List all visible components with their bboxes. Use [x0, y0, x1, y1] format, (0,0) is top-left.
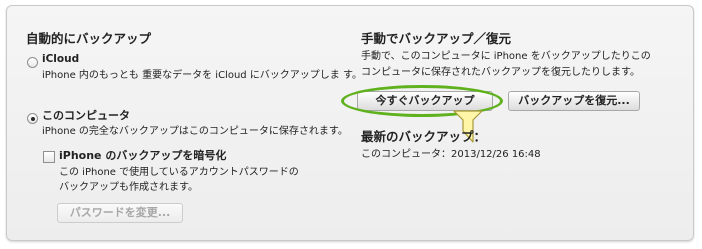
manual-backup-title: 手動でバックアップ／復元: [361, 31, 512, 46]
this-computer-description: iPhone の完全なバックアップはこのコンピュータに保存されます。: [42, 126, 348, 137]
this-computer-label[interactable]: このコンピュータ: [42, 108, 130, 123]
encrypt-description-line1: この iPhone で使用しているアカウントパスワードの: [59, 167, 299, 178]
restore-backup-button[interactable]: バックアップを復元...: [508, 91, 640, 111]
icloud-description: iPhone 内のもっとも 重要なデータを iCloud にバックアップしま す…: [42, 70, 362, 81]
manual-description-line2: コンピュータに保存されたバックアップを復元したりします。: [361, 67, 640, 78]
latest-backup-title: 最新のバックアップ：: [361, 129, 487, 144]
encrypt-label[interactable]: iPhone のバックアップを暗号化: [59, 148, 226, 163]
change-password-button[interactable]: パスワードを変更...: [57, 203, 183, 223]
encrypt-checkbox[interactable]: [43, 151, 55, 163]
icloud-label[interactable]: iCloud: [42, 52, 79, 67]
encrypt-description-line2: バックアップも作成されます。: [59, 182, 198, 193]
this-computer-radio[interactable]: [27, 113, 38, 124]
manual-description-line1: 手動で、このコンピュータに iPhone をバックアップしたりこの: [361, 51, 651, 62]
latest-backup-value: このコンピュータ：2013/12/26 16:48: [361, 149, 541, 160]
auto-backup-title: 自動的にバックアップ: [26, 31, 152, 46]
icloud-radio[interactable]: [27, 57, 38, 68]
